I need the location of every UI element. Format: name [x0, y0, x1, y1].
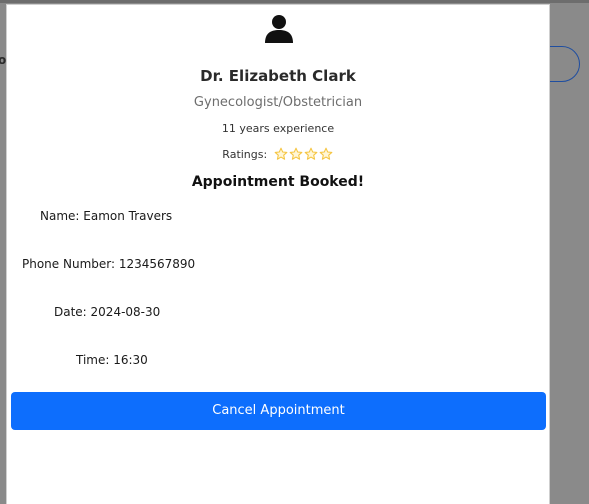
rating-stars — [274, 146, 334, 162]
person-icon — [265, 15, 293, 43]
cancel-appointment-button[interactable]: Cancel Appointment — [11, 392, 546, 430]
appointment-date: Date: 2024-08-30 — [54, 305, 161, 319]
doctor-experience: 11 years experience — [221, 122, 335, 135]
ratings-label: Ratings: — [222, 148, 268, 161]
doctor-specialty: Gynecologist/Obstetrician — [193, 95, 363, 110]
appointment-modal: Dr. Elizabeth Clark Gynecologist/Obstetr… — [6, 4, 550, 504]
background-top-border — [0, 0, 589, 3]
appointment-time: Time: 16:30 — [76, 353, 148, 367]
doctor-name: Dr. Elizabeth Clark — [200, 67, 356, 85]
star-icon — [274, 147, 288, 160]
patient-name: Name: Eamon Travers — [40, 209, 173, 223]
booking-confirmation-title: Appointment Booked! — [191, 174, 365, 190]
ratings-row: Ratings: — [7, 147, 549, 163]
star-icon — [319, 147, 333, 160]
star-icon — [304, 147, 318, 160]
star-icon — [289, 147, 303, 160]
patient-phone: Phone Number: 1234567890 — [22, 257, 196, 271]
